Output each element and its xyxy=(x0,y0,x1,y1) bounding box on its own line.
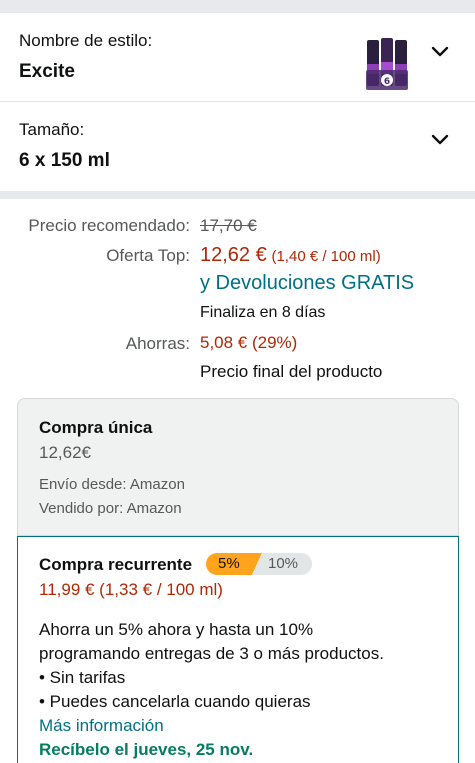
free-returns-text: y Devoluciones GRATIS xyxy=(200,272,415,294)
subscribe-bullet-cancel: • Puedes cancelarla cuando quieras xyxy=(39,692,311,711)
offer-price: 12,62 € xyxy=(200,244,267,266)
one-time-price: 12,62€ xyxy=(39,443,91,462)
free-returns-link[interactable]: y Devoluciones GRATIS xyxy=(200,272,414,295)
discount-tier-badge: 5% 10% xyxy=(206,553,312,575)
chevron-down-icon[interactable] xyxy=(431,46,449,58)
ship-from-text: Envío desde: Amazon xyxy=(39,476,185,493)
final-price-note: Precio final del producto xyxy=(200,362,383,381)
subscribe-desc-line-2: programando entregas de 3 o más producto… xyxy=(39,644,384,663)
one-time-title: Compra única xyxy=(39,418,153,437)
more-info-link[interactable]: Más información xyxy=(39,716,164,736)
one-time-purchase-option[interactable]: Compra única 12,62€ Envío desde: Amazon … xyxy=(17,398,459,536)
size-value: 6 x 150 ml xyxy=(19,150,110,171)
style-selector[interactable]: Nombre de estilo: Excite 6 xyxy=(0,13,475,102)
chevron-down-icon[interactable] xyxy=(431,134,449,146)
subscribe-desc-line-1: Ahorra un 5% ahora y hasta un 10% xyxy=(39,620,314,639)
recommended-price-value: 17,70 € xyxy=(200,216,257,235)
subscribe-purchase-option[interactable]: Compra recurrente 5% 10% 11,99 € (1,33 €… xyxy=(17,536,459,763)
offer-ends-text: Finaliza en 8 días xyxy=(200,304,326,321)
discount-tier-5: 5% xyxy=(218,555,240,572)
savings-value: 5,08 € (29%) xyxy=(200,333,298,352)
discount-tier-10: 10% xyxy=(268,555,299,572)
offer-unit-price: (1,40 € / 100 ml) xyxy=(271,248,381,265)
offer-price-row: 12,62 € (1,40 € / 100 ml) xyxy=(200,244,381,267)
section-divider xyxy=(0,191,475,199)
sold-by-text: Vendido por: Amazon xyxy=(39,500,182,517)
product-thumbnail[interactable]: 6 xyxy=(366,34,408,92)
style-label: Nombre de estilo: xyxy=(19,31,153,50)
delivery-date-text: Recíbelo el jueves, 25 nov. xyxy=(39,740,254,759)
size-selector[interactable]: Tamaño: 6 x 150 ml xyxy=(0,103,475,191)
subscribe-bullet-no-fees: • Sin tarifas xyxy=(39,668,126,687)
svg-text:6: 6 xyxy=(384,77,390,87)
offer-label: Oferta Top: xyxy=(106,246,190,265)
recommended-price-label: Precio recomendado: xyxy=(28,216,190,235)
savings-label: Ahorras: xyxy=(125,334,190,353)
top-divider xyxy=(0,0,475,13)
subscribe-title: Compra recurrente xyxy=(39,555,193,574)
subscribe-price: 11,99 € (1,33 € / 100 ml) xyxy=(39,580,223,599)
style-value: Excite xyxy=(19,61,75,82)
size-label: Tamaño: xyxy=(19,120,85,139)
